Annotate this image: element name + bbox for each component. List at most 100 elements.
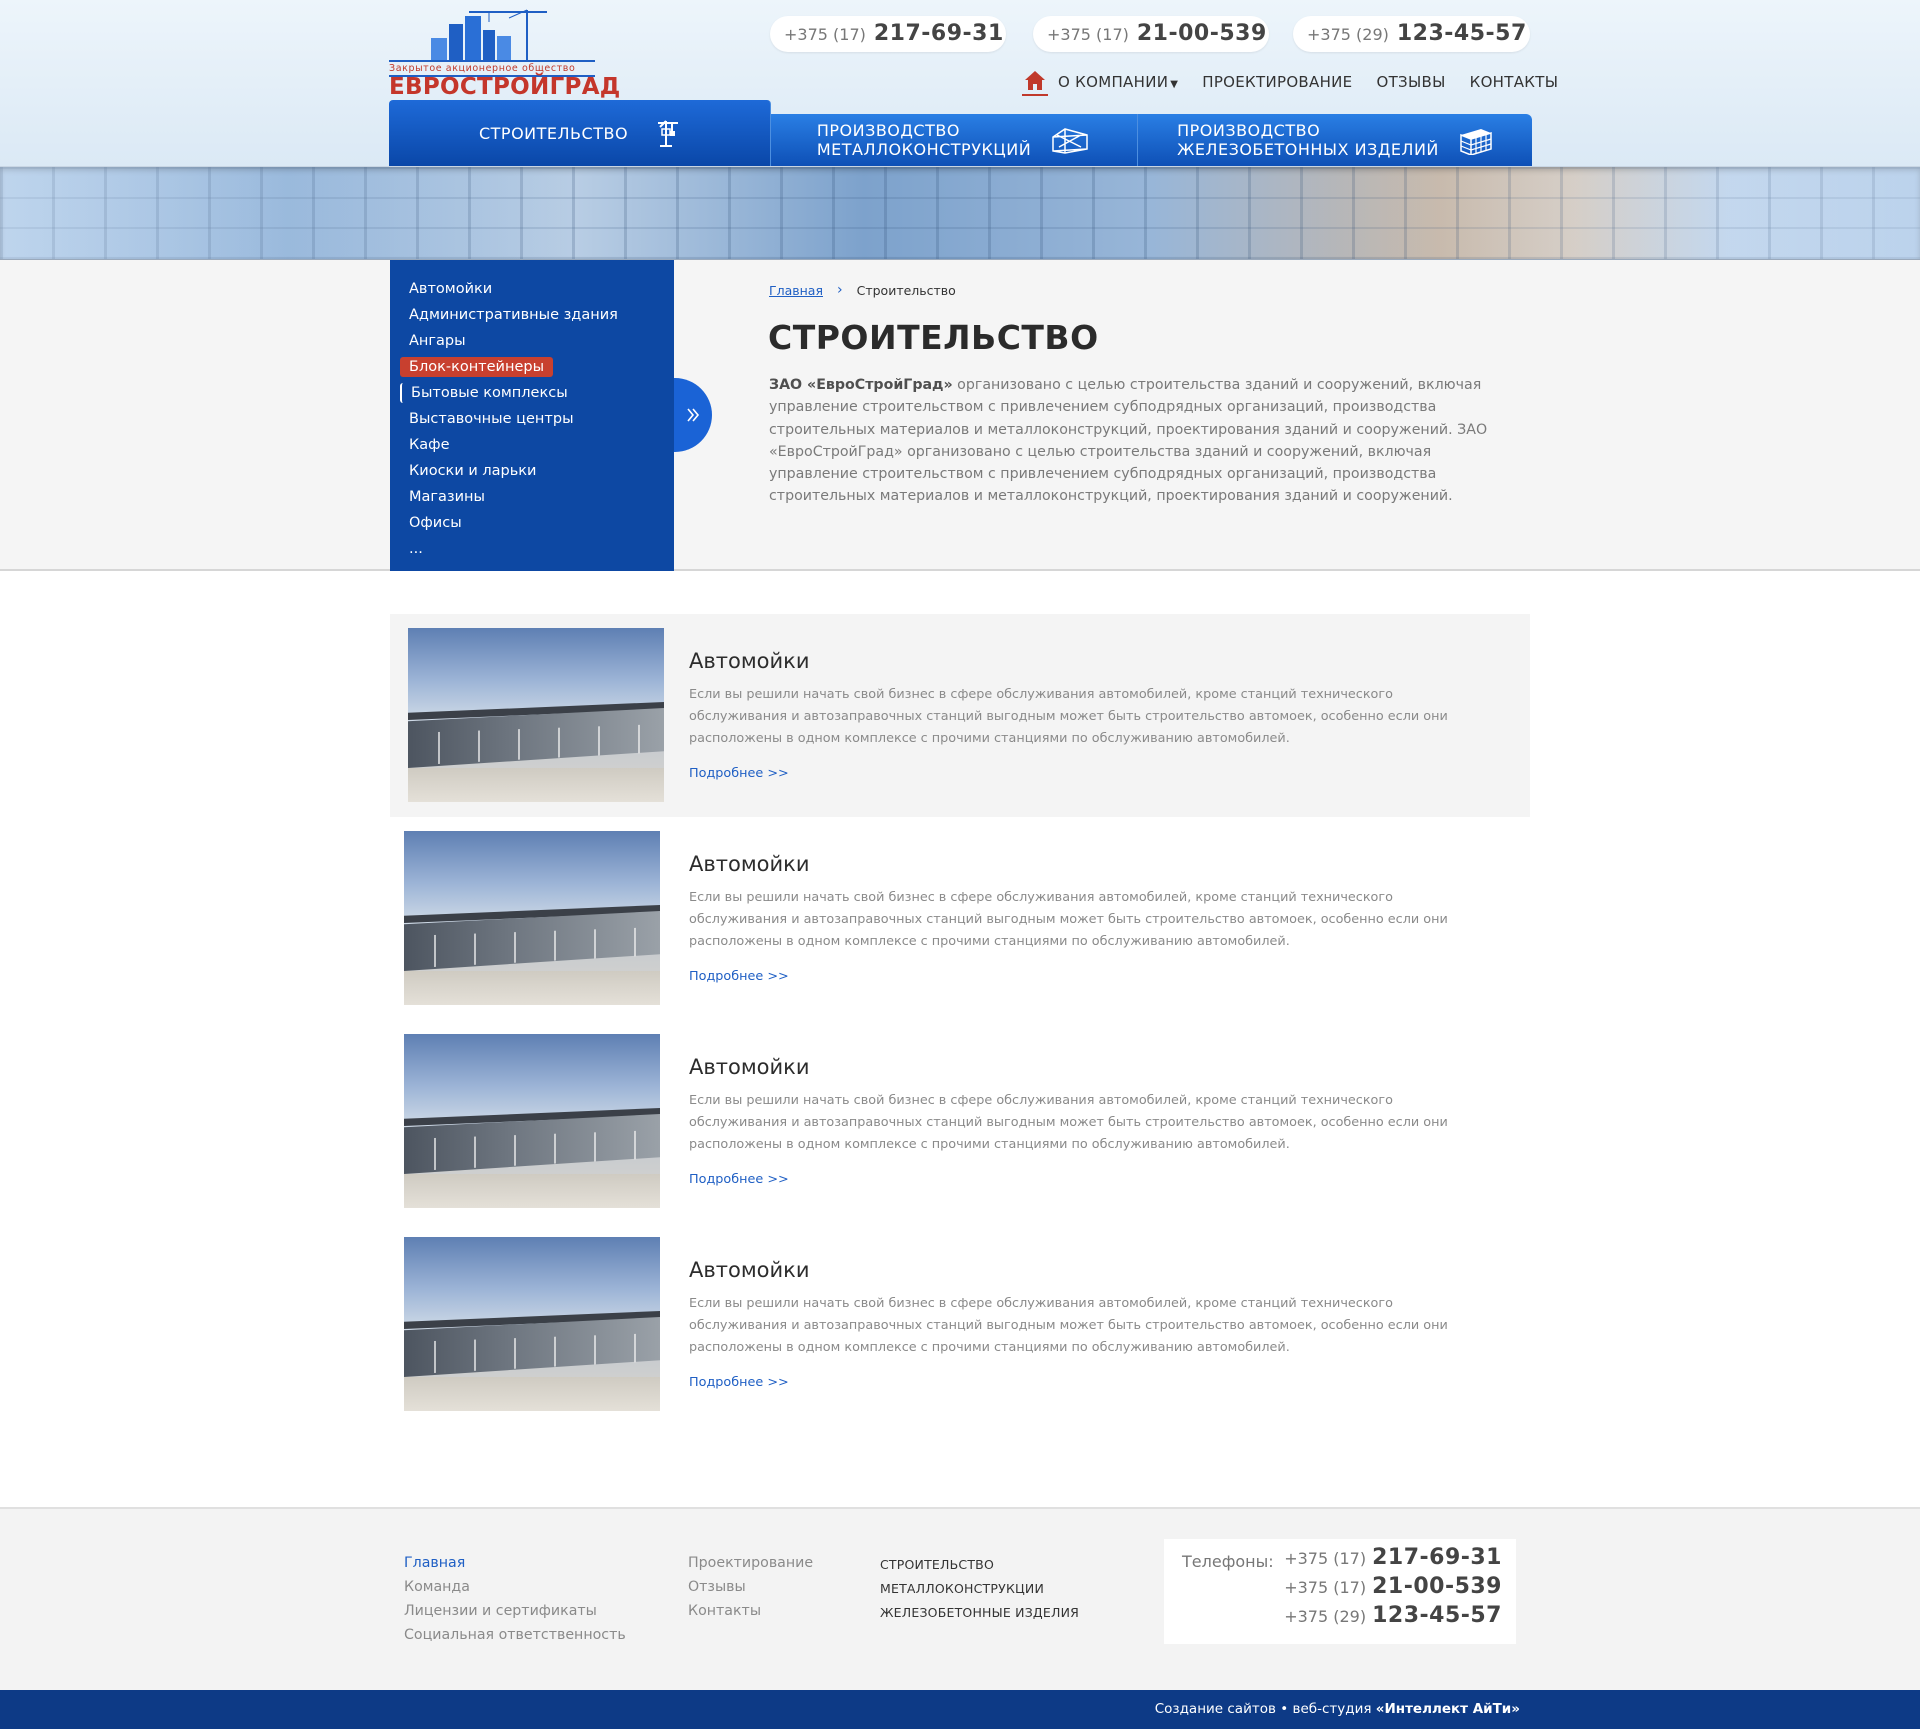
header-phone-3[interactable]: +375 (29) 123-45-57	[1293, 16, 1530, 52]
item-description: Если вы решили начать свой бизнес в сфер…	[689, 1093, 1448, 1152]
banner-shade	[0, 167, 1920, 259]
list-item[interactable]: Автомойки Если вы решили начать свой биз…	[390, 614, 1530, 817]
phone-number: 21-00-539	[1372, 1574, 1502, 1599]
sidebar-item-label: Выставочные центры	[409, 411, 574, 427]
credit-prefix: Создание сайтов	[1154, 1701, 1276, 1717]
sidebar-item-label: Кафе	[409, 437, 450, 453]
sidebar-item[interactable]: Офисы	[400, 510, 674, 536]
tab-construction[interactable]: СТРОИТЕЛЬСТВО	[389, 100, 771, 166]
item-description: Если вы решили начать свой бизнес в сфер…	[689, 687, 1448, 746]
footer-phone[interactable]: +375 (17) 21-00-539	[1284, 1574, 1502, 1599]
crane-building-icon	[431, 9, 547, 62]
item-thumbnail[interactable]	[404, 1034, 660, 1208]
footer-link[interactable]: ЖЕЛЕЗОБЕТОННЫЕ ИЗДЕЛИЯ	[880, 1605, 1079, 1629]
credit-mid: веб-студия	[1288, 1701, 1376, 1717]
thumb-ground	[404, 971, 660, 1005]
list-item[interactable]: Автомойки Если вы решили начать свой биз…	[390, 1223, 1530, 1426]
studio-credit[interactable]: Создание сайтов • веб-студия «Интеллект …	[1155, 1701, 1520, 1717]
tab-metal-structures[interactable]: ПРОИЗВОДСТВО МЕТАЛЛОКОНСТРУКЦИЙ	[771, 114, 1138, 166]
footer-phones-label: Телефоны:	[1182, 1552, 1274, 1571]
footer-link-home[interactable]: Главная	[404, 1555, 626, 1579]
breadcrumb: Главная › Строительство	[769, 282, 956, 298]
sidebar-item[interactable]: Киоски и ларьки	[400, 458, 674, 484]
item-thumbnail[interactable]	[404, 1237, 660, 1411]
sidebar-item-label: Офисы	[409, 515, 462, 531]
nav-contacts[interactable]: КОНТАКТЫ	[1470, 73, 1559, 91]
hangar-frame-icon	[1052, 128, 1088, 154]
footer-links-services: СТРОИТЕЛЬСТВО МЕТАЛЛОКОНСТРУКЦИИ ЖЕЛЕЗОБ…	[880, 1557, 1079, 1629]
item-title[interactable]: Автомойки	[689, 649, 810, 673]
nav-reviews[interactable]: ОТЗЫВЫ	[1376, 73, 1445, 91]
item-title[interactable]: Автомойки	[689, 1055, 810, 1079]
sidebar-item-label: Административные здания	[409, 307, 618, 323]
footer-phone[interactable]: +375 (17) 217-69-31	[1284, 1545, 1502, 1570]
intro-company: ЗАО «ЕвроСтройГрад»	[769, 377, 953, 393]
sidebar: Автомойки Административные здания Ангары…	[390, 260, 674, 571]
sidebar-item-label: Автомойки	[409, 281, 493, 297]
thumb-ground	[404, 1174, 660, 1208]
footer-phones: Телефоны: +375 (17) 217-69-31 +375 (17) …	[1164, 1539, 1516, 1644]
tab-label-line1: ПРОИЗВОДСТВО	[1177, 121, 1321, 140]
sidebar-item[interactable]: Кафе	[400, 432, 674, 458]
breadcrumb-home[interactable]: Главная	[769, 283, 823, 298]
footer-phone[interactable]: +375 (29) 123-45-57	[1284, 1603, 1502, 1628]
footer-links-main: Главная Команда Лицензии и сертификаты С…	[404, 1555, 626, 1651]
sidebar-item-active[interactable]: Блок-контейнеры	[400, 354, 674, 380]
sidebar-item-more[interactable]: ...	[400, 536, 674, 562]
intro-body: организовано с целью строительства здани…	[769, 377, 1488, 505]
item-thumbnail[interactable]	[404, 831, 660, 1005]
footer-link[interactable]: Социальная ответственность	[404, 1627, 626, 1651]
phone-number: 21-00-539	[1136, 21, 1267, 46]
tab-label-line2: ЖЕЛЕЗОБЕТОННЫХ ИЗДЕЛИЙ	[1177, 140, 1439, 159]
tab-concrete-products[interactable]: ПРОИЗВОДСТВО ЖЕЛЕЗОБЕТОННЫХ ИЗДЕЛИЙ	[1138, 114, 1532, 166]
footer-link[interactable]: МЕТАЛЛОКОНСТРУКЦИИ	[880, 1581, 1079, 1605]
footer-link[interactable]: Контакты	[688, 1603, 813, 1627]
sidebar-item[interactable]: Выставочные центры	[400, 406, 674, 432]
sidebar-item[interactable]: Автомойки	[400, 276, 674, 302]
sidebar-item-label: Ангары	[409, 333, 466, 349]
home-icon[interactable]	[1022, 68, 1048, 96]
nav-company[interactable]: О КОМПАНИИ ▼	[1058, 73, 1178, 91]
sidebar-item[interactable]: Бытовые комплексы	[400, 380, 674, 406]
footer-link[interactable]: СТРОИТЕЛЬСТВО	[880, 1557, 1079, 1581]
phone-code: +375 (29)	[1307, 25, 1389, 44]
top-navigation: О КОМПАНИИ ▼ ПРОЕКТИРОВАНИЕ ОТЗЫВЫ КОНТАК…	[1022, 68, 1558, 96]
intro-text: ЗАО «ЕвроСтройГрад» организовано с целью…	[769, 374, 1517, 508]
footer-link[interactable]: Отзывы	[688, 1579, 813, 1603]
tab-label: ПРОИЗВОДСТВО МЕТАЛЛОКОНСТРУКЦИЙ	[817, 121, 1031, 159]
phone-code: +375 (17)	[1284, 1549, 1367, 1568]
footer-link[interactable]: Команда	[404, 1579, 626, 1603]
sidebar-item-label: Блок-контейнеры	[400, 357, 554, 377]
list-item[interactable]: Автомойки Если вы решили начать свой биз…	[390, 817, 1530, 1020]
double-chevron-right-icon	[687, 408, 700, 422]
chevron-down-icon: ▼	[1170, 79, 1179, 90]
bottom-bar: Создание сайтов • веб-студия «Интеллект …	[0, 1690, 1920, 1729]
header-phone-1[interactable]: +375 (17) 217-69-31	[770, 16, 1006, 52]
item-more-link[interactable]: Подробнее >>	[689, 766, 789, 781]
phone-number: 217-69-31	[1372, 1545, 1502, 1570]
item-thumbnail[interactable]	[408, 628, 664, 802]
header-phone-2[interactable]: +375 (17) 21-00-539	[1033, 16, 1269, 52]
hero-banner	[0, 166, 1920, 260]
item-title[interactable]: Автомойки	[689, 1258, 810, 1282]
tab-label: СТРОИТЕЛЬСТВО	[478, 123, 629, 143]
footer-link[interactable]: Лицензии и сертификаты	[404, 1603, 626, 1627]
sidebar-menu: Автомойки Административные здания Ангары…	[390, 260, 674, 562]
sidebar-item[interactable]: Административные здания	[400, 302, 674, 328]
chevron-right-icon: ›	[837, 282, 843, 298]
footer-link[interactable]: Проектирование	[688, 1555, 813, 1579]
footer-links-secondary: Проектирование Отзывы Контакты	[688, 1555, 813, 1627]
nav-design[interactable]: ПРОЕКТИРОВАНИЕ	[1202, 73, 1352, 91]
phone-code: +375 (17)	[1284, 1578, 1367, 1597]
logo[interactable]: Закрытое акционерное общество ЕВРОСТРОЙГ…	[389, 4, 620, 100]
phone-number: 217-69-31	[873, 21, 1004, 46]
item-more-link[interactable]: Подробнее >>	[689, 1172, 789, 1187]
sidebar-item-label: Бытовые комплексы	[400, 383, 577, 403]
phone-code: +375 (17)	[1047, 25, 1129, 44]
list-item[interactable]: Автомойки Если вы решили начать свой биз…	[390, 1020, 1530, 1223]
sidebar-item[interactable]: Ангары	[400, 328, 674, 354]
item-more-link[interactable]: Подробнее >>	[689, 969, 789, 984]
item-more-link[interactable]: Подробнее >>	[689, 1375, 789, 1390]
item-title[interactable]: Автомойки	[689, 852, 810, 876]
sidebar-item[interactable]: Магазины	[400, 484, 674, 510]
